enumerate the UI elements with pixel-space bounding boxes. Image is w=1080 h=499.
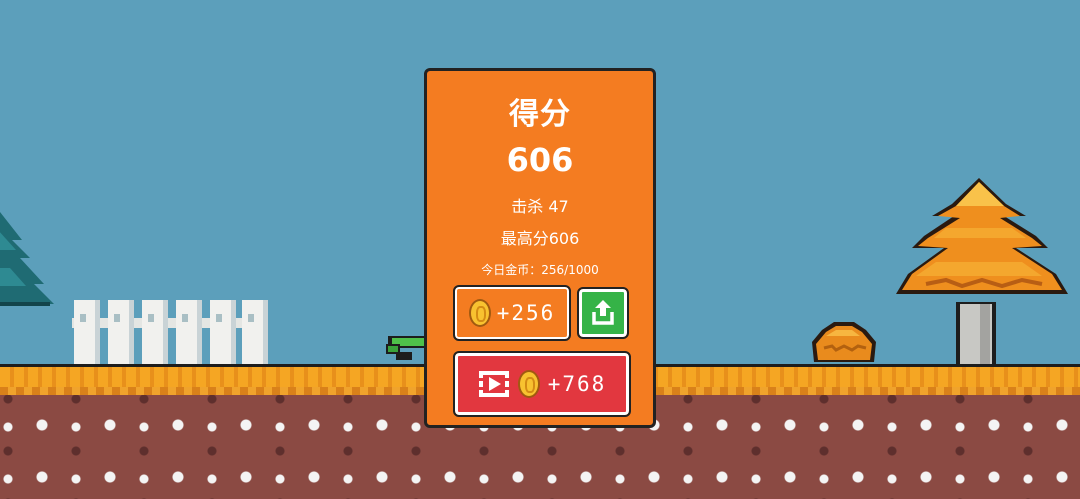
- fence-rail: [72, 318, 268, 328]
- fence-post: [108, 300, 134, 364]
- best-score: 最高分606: [500, 229, 580, 248]
- coin-icon: [517, 370, 540, 398]
- score-value: 606: [506, 141, 574, 179]
- result-panel: 得分 606 击杀 47 最高分606 今日金币：256/1000 +256 +…: [424, 68, 656, 428]
- video-reward-button[interactable]: +768: [453, 351, 631, 417]
- pine-tree-left: [0, 212, 54, 306]
- fence-post: [142, 300, 168, 364]
- game-scene: 得分 606 击杀 47 最高分606 今日金币：256/1000 +256 +…: [0, 0, 1080, 499]
- film-icon: [478, 371, 509, 397]
- claim-coins-label: +256: [496, 301, 556, 325]
- kills-count: 击杀 47: [511, 197, 569, 216]
- claim-coins-button[interactable]: +256: [453, 285, 571, 341]
- fence-post: [74, 300, 100, 364]
- coin-icon: [468, 299, 491, 327]
- fence-post: [210, 300, 236, 364]
- video-reward-label: +768: [547, 372, 607, 396]
- daily-coins: 今日金币：256/1000: [481, 263, 599, 277]
- fence-post: [176, 300, 202, 364]
- orange-bush: [812, 322, 876, 362]
- orange-tree-right: [896, 178, 1068, 366]
- panel-title: 得分: [509, 97, 571, 132]
- fence-post: [242, 300, 268, 364]
- share-icon: [592, 300, 614, 325]
- share-button[interactable]: [577, 287, 629, 339]
